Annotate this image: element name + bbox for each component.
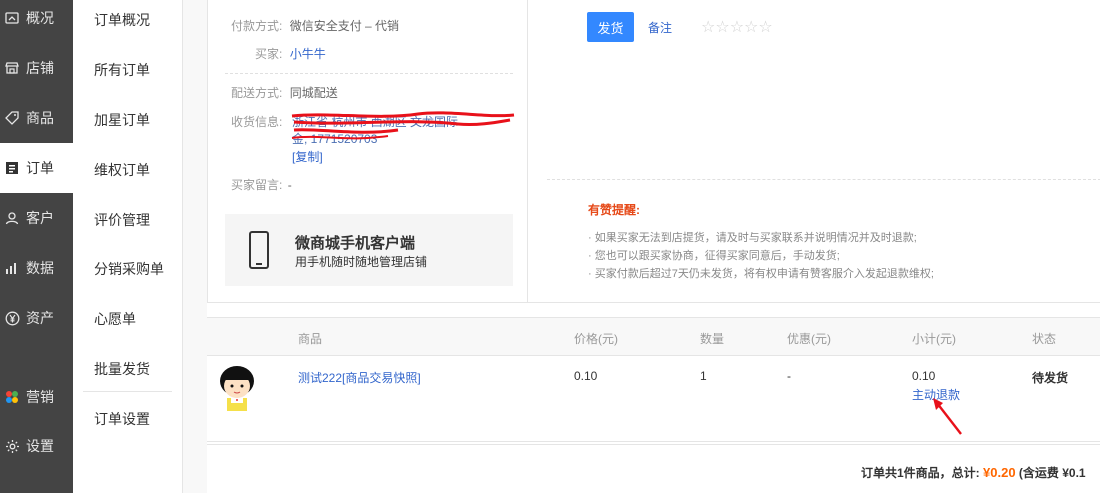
buyer-label: 买家:	[255, 47, 283, 61]
order-total: 订单共1件商品，总计: ¥0.20 (含运费 ¥0.1	[861, 464, 1086, 481]
promo-title: 微商城手机客户端	[295, 235, 416, 252]
subnav-batch-ship[interactable]: 批量发货	[94, 359, 150, 379]
sidebar-item-data[interactable]: 数据	[0, 243, 73, 293]
cell-status: 待发货	[1032, 371, 1069, 385]
table-bottom-divider	[207, 444, 1100, 445]
product-thumbnail[interactable]	[217, 365, 257, 413]
cell-subtotal: 0.10	[912, 369, 936, 383]
sidebar-item-label: 设置	[26, 438, 54, 454]
copy-address-link[interactable]: [复制]	[292, 150, 323, 164]
star-icon[interactable]: ☆	[744, 19, 758, 36]
subnav-starred-orders[interactable]: 加星订单	[94, 110, 150, 130]
tip-line: · 如果买家无法到店提货，请及时与买家联系并说明情况并及时退款;	[588, 232, 917, 244]
ship-button[interactable]: 发货	[587, 12, 634, 42]
tip-line: · 您也可以跟买家协商，征得买家同意后，手动发货;	[588, 250, 840, 262]
sidebar-item-label: 概况	[26, 10, 54, 26]
colorful-dots-icon	[4, 389, 20, 405]
phone-icon	[249, 231, 269, 269]
col-price: 价格(元)	[574, 332, 618, 346]
sidebar-item-label: 商品	[26, 110, 54, 126]
sidebar-item-label: 数据	[26, 260, 54, 276]
secondary-sidebar: 订单概况 所有订单 加星订单 维权订单 评价管理 分销采购单 心愿单 批量发货 …	[73, 0, 183, 493]
message-row: 买家留言: -	[231, 176, 292, 193]
payment-row: 付款方式: 微信安全支付 – 代销	[231, 17, 399, 34]
sidebar-item-label: 订单	[26, 160, 54, 176]
receiver-row: 收货信息:	[231, 113, 282, 130]
annotation-arrow	[933, 398, 962, 435]
divider	[225, 73, 513, 74]
promo-subtitle: 用手机随时随地管理店铺	[295, 255, 428, 269]
total-amount: ¥0.20	[983, 465, 1016, 480]
sidebar-item-overview[interactable]: 概况	[0, 0, 73, 43]
mobile-app-promo[interactable]: 微商城手机客户端 用手机随时随地管理店铺	[225, 214, 513, 286]
payment-value: 微信安全支付 – 代销	[289, 19, 400, 33]
subnav-order-overview[interactable]: 订单概况	[94, 10, 150, 30]
tip-line: · 买家付款后超过7天仍未发货，将有权申请有赞客服介入发起退款维权;	[588, 268, 934, 280]
order-list-icon	[4, 160, 20, 176]
gear-icon	[4, 438, 20, 454]
sidebar-item-store[interactable]: 店铺	[0, 43, 73, 93]
sidebar-item-settings[interactable]: 设置	[0, 421, 73, 471]
subnav-divider	[83, 391, 172, 392]
buyer-name-link[interactable]: 小牛牛	[290, 47, 326, 61]
cell-qty: 1	[700, 369, 707, 383]
divider	[547, 179, 1100, 180]
subnav-all-orders[interactable]: 所有订单	[94, 60, 150, 80]
star-icon[interactable]: ☆	[758, 19, 772, 36]
star-icon[interactable]: ☆	[730, 19, 744, 36]
subnav-wishlist[interactable]: 心愿单	[94, 309, 136, 329]
star-icon[interactable]: ☆	[715, 19, 729, 36]
delivery-label: 配送方式:	[231, 86, 283, 100]
message-label: 买家留言:	[231, 178, 283, 192]
bar-chart-icon	[4, 260, 20, 276]
sidebar-item-customers[interactable]: 客户	[0, 193, 73, 243]
message-value: -	[287, 178, 292, 192]
cropped-row	[231, 0, 291, 4]
note-link[interactable]: 备注	[648, 19, 672, 36]
store-icon	[4, 60, 20, 76]
content-gutter	[183, 0, 207, 493]
delivery-row: 配送方式: 同城配送	[231, 84, 338, 101]
delivery-value: 同城配送	[289, 86, 338, 100]
cell-price: 0.10	[574, 369, 598, 383]
col-status: 状态	[1032, 332, 1057, 346]
subnav-order-settings[interactable]: 订单设置	[94, 409, 150, 429]
panel-divider	[527, 0, 528, 302]
gauge-icon	[4, 10, 20, 26]
subnav-reviews[interactable]: 评价管理	[94, 210, 150, 230]
sidebar-item-label: 客户	[26, 210, 54, 226]
subnav-distribution-purchase[interactable]: 分销采购单	[94, 259, 164, 279]
subnav-rights-orders[interactable]: 维权订单	[94, 160, 150, 180]
star-icon[interactable]: ☆	[701, 19, 715, 36]
table-header: 商品 价格(元) 数量 优惠(元) 小计(元) 状态	[207, 317, 1100, 356]
col-subtotal: 小计(元)	[912, 332, 956, 346]
copy-row: [复制]	[292, 148, 323, 165]
buyer-row: 买家: 小牛牛	[255, 45, 326, 62]
primary-sidebar: 概况 店铺 商品 订单 客户 数据 资产 营销 设置	[0, 0, 73, 493]
user-icon	[4, 210, 20, 226]
sidebar-item-goods[interactable]: 商品	[0, 93, 73, 143]
receiver-label: 收货信息:	[231, 115, 283, 129]
tag-icon	[4, 110, 20, 126]
yen-circle-icon	[4, 310, 20, 326]
payment-label: 付款方式:	[231, 19, 283, 33]
total-prefix: 订单共1件商品，总计:	[861, 466, 984, 480]
sidebar-item-label: 营销	[26, 389, 54, 405]
col-goods: 商品	[298, 332, 323, 346]
sidebar-item-label: 资产	[26, 310, 54, 326]
col-discount: 优惠(元)	[787, 332, 831, 346]
star-rating[interactable]: ☆☆☆☆☆	[701, 17, 773, 37]
tips-title: 有赞提醒:	[588, 203, 640, 217]
total-suffix: (含运费 ¥0.1	[1015, 466, 1086, 480]
order-info-panel: 付款方式: 微信安全支付 – 代销 买家: 小牛牛 配送方式: 同城配送 收货信…	[207, 0, 1100, 303]
sidebar-item-assets[interactable]: 资产	[0, 293, 73, 343]
redaction-scribble	[291, 111, 515, 140]
sidebar-item-orders[interactable]: 订单	[0, 143, 73, 193]
sidebar-item-marketing[interactable]: 营销	[0, 372, 73, 422]
col-qty: 数量	[700, 332, 725, 346]
product-name-link[interactable]: 测试222[商品交易快照]	[298, 369, 421, 386]
cell-discount: -	[787, 369, 791, 383]
sidebar-item-label: 店铺	[26, 60, 54, 76]
